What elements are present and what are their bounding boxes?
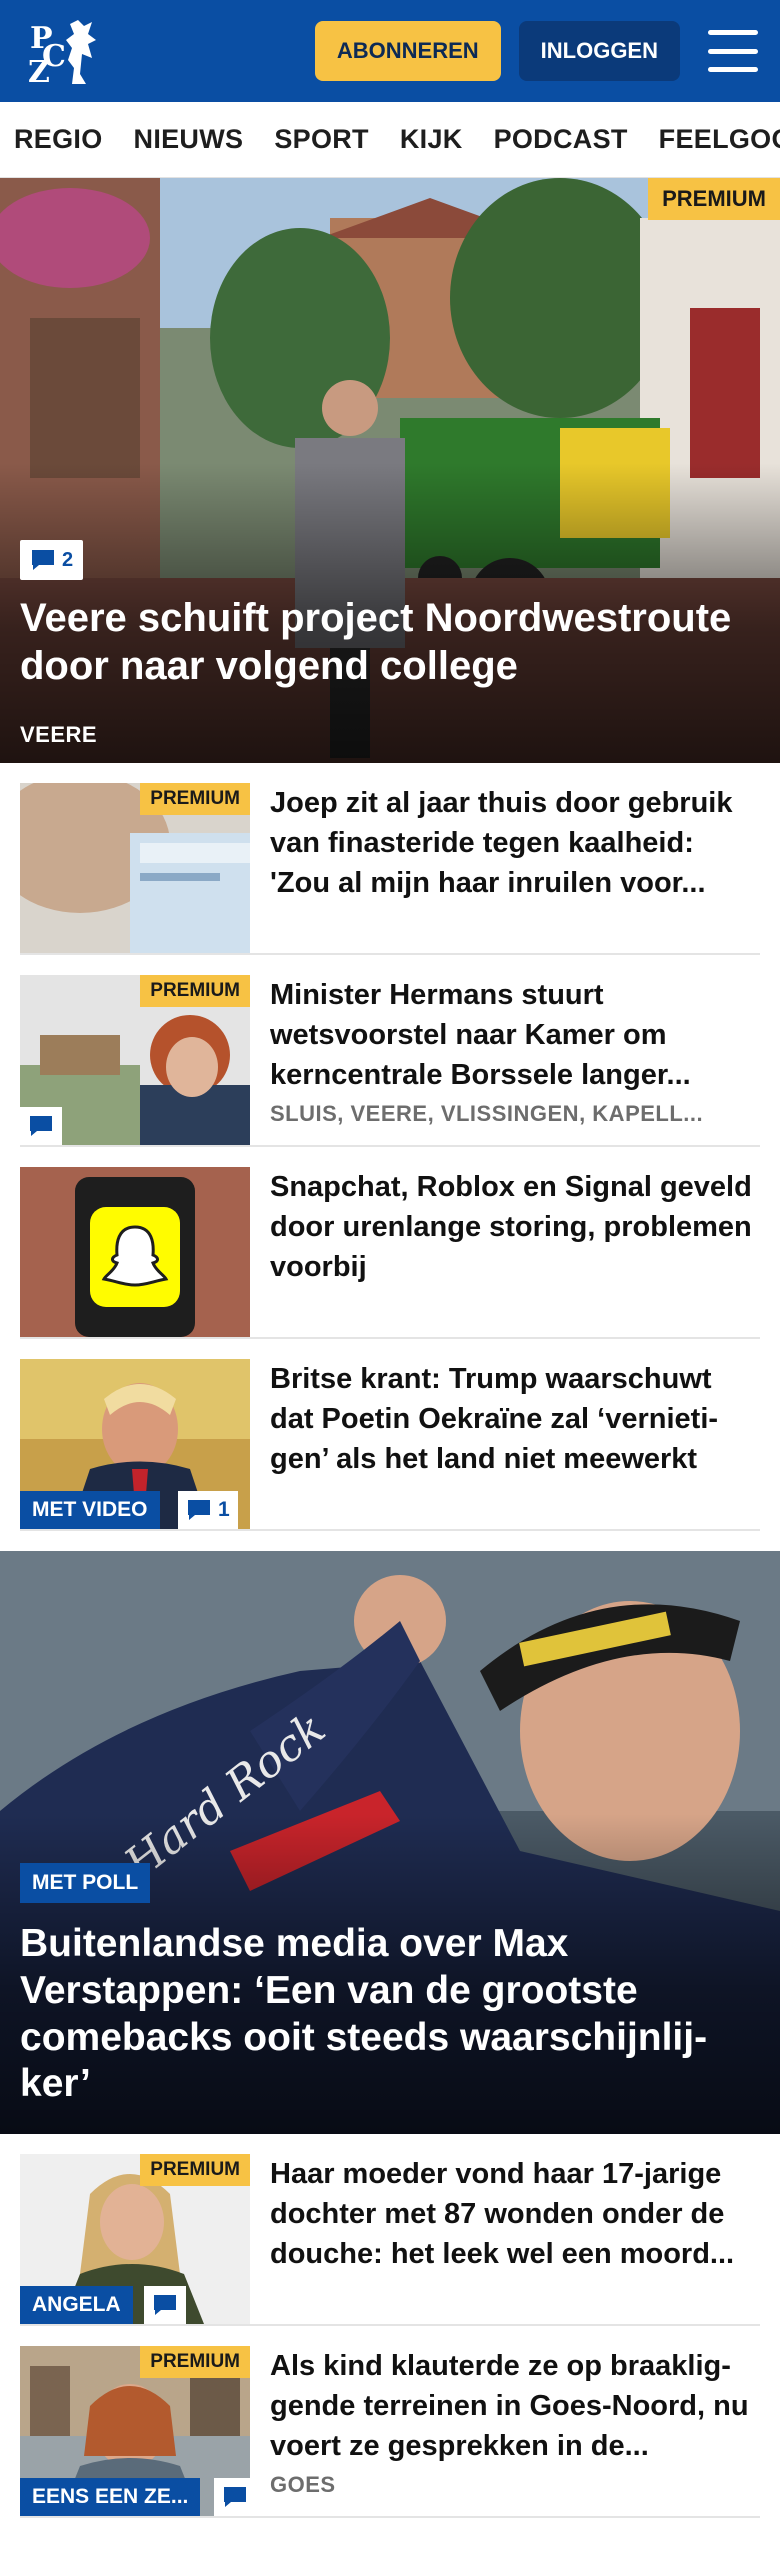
hero-title[interactable]: Veere schuift project Noordwestroute doo…: [20, 594, 760, 690]
feature-title[interactable]: Buitenlandse media over Max Verstappen: …: [20, 1921, 760, 2108]
hero-article[interactable]: PREMIUM 2 Veere schuift project Noordwes…: [0, 178, 780, 763]
nav-item-feelgood[interactable]: FEELGOOD: [659, 124, 780, 155]
login-button[interactable]: INLOGGEN: [518, 21, 680, 81]
article-locations: SLUIS, VEERE, VLISSINGEN, KAPELL...: [270, 1101, 704, 1127]
comment-icon: [32, 550, 54, 570]
premium-badge: PREMIUM: [140, 2346, 250, 2378]
article-title[interactable]: Snapchat, Roblox en Signal geveld door u…: [270, 1167, 760, 1287]
pzc-logo[interactable]: P Z C: [24, 12, 110, 90]
article-title[interactable]: Britse krant: Trump waarschuwt dat Poeti…: [270, 1359, 760, 1479]
comment-icon: [30, 1116, 52, 1136]
nav-item-regio[interactable]: REGIO: [14, 124, 103, 155]
comment-badge[interactable]: [144, 2286, 186, 2324]
comment-icon: [154, 2295, 176, 2315]
item-text: Als kind klauterde ze op braaklig-gende …: [250, 2346, 760, 2516]
comment-badge[interactable]: 1: [178, 1491, 238, 1529]
article-list: PREMIUM Joep zit al jaar thuis door gebr…: [0, 763, 780, 1531]
item-text: Joep zit al jaar thuis door gebruik van …: [250, 783, 760, 953]
menu-icon[interactable]: [708, 30, 758, 72]
video-tag: MET VIDEO: [20, 1491, 160, 1529]
list-item[interactable]: PREMIUM Minister Hermans stuurt wetsvoor…: [20, 955, 760, 1147]
nav-item-sport[interactable]: SPORT: [274, 124, 369, 155]
thumbnail-image: [20, 1167, 250, 1337]
svg-text:C: C: [42, 39, 66, 74]
list-item[interactable]: Snapchat, Roblox en Signal geveld door u…: [20, 1147, 760, 1339]
nav-item-nieuws[interactable]: NIEUWS: [134, 124, 244, 155]
list-item[interactable]: PREMIUM ANGELA Haar moeder vond haar 17-…: [20, 2134, 760, 2326]
article-list-2: PREMIUM ANGELA Haar moeder vond haar 17-…: [0, 2134, 780, 2518]
comment-badge[interactable]: [20, 1107, 62, 1145]
item-text: Haar moeder vond haar 17-jarige dochter …: [250, 2154, 760, 2324]
feature-article[interactable]: Hard Rock MET POLL Buitenlandse media ov…: [0, 1551, 780, 2134]
poll-tag: MET POLL: [20, 1863, 151, 1903]
list-item[interactable]: PREMIUM Joep zit al jaar thuis door gebr…: [20, 763, 760, 955]
article-title[interactable]: Als kind klauterde ze op braaklig-gende …: [270, 2346, 760, 2466]
article-thumbnail: PREMIUM: [20, 783, 250, 953]
nav-item-podcast[interactable]: PODCAST: [494, 124, 628, 155]
nav-item-kijk[interactable]: KIJK: [400, 124, 463, 155]
premium-badge: PREMIUM: [648, 178, 780, 220]
item-text: Britse krant: Trump waarschuwt dat Poeti…: [250, 1359, 760, 1529]
hero-location-tag: VEERE: [20, 722, 98, 747]
category-nav: REGIO NIEUWS SPORT KIJK PODCAST FEELGOOD: [0, 102, 780, 178]
article-title[interactable]: Joep zit al jaar thuis door gebruik van …: [270, 783, 760, 903]
item-text: Snapchat, Roblox en Signal geveld door u…: [250, 1167, 760, 1337]
series-tag: EENS EEN ZE...: [20, 2478, 201, 2516]
article-locations: GOES: [270, 2472, 336, 2498]
top-header: P Z C ABONNEREN INLOGGEN: [0, 0, 780, 102]
article-thumbnail: PREMIUM ANGELA: [20, 2154, 250, 2324]
article-title[interactable]: Haar moeder vond haar 17-jarige dochter …: [270, 2154, 760, 2274]
article-thumbnail: [20, 1167, 250, 1337]
article-title[interactable]: Minister Hermans stuurt wetsvoorstel naa…: [270, 975, 760, 1095]
comment-badge[interactable]: [214, 2478, 250, 2516]
list-item[interactable]: PREMIUM EENS EEN ZE... Als kind klauterd…: [20, 2326, 760, 2518]
premium-badge: PREMIUM: [140, 2154, 250, 2186]
article-thumbnail: PREMIUM EENS EEN ZE...: [20, 2346, 250, 2516]
premium-badge: PREMIUM: [140, 975, 250, 1007]
series-tag: ANGELA: [20, 2286, 133, 2324]
comment-count-badge[interactable]: 2: [20, 540, 84, 580]
article-thumbnail: MET VIDEO 1: [20, 1359, 250, 1529]
premium-badge: PREMIUM: [140, 783, 250, 815]
comment-icon: [224, 2487, 246, 2507]
list-item[interactable]: MET VIDEO 1 Britse krant: Trump waarschu…: [20, 1339, 760, 1531]
article-thumbnail: PREMIUM: [20, 975, 250, 1145]
comment-icon: [188, 1500, 210, 1520]
subscribe-button[interactable]: ABONNEREN: [314, 21, 501, 81]
comment-count: 2: [62, 548, 74, 571]
item-text: Minister Hermans stuurt wetsvoorstel naa…: [250, 975, 760, 1145]
comment-count: 1: [218, 1498, 230, 1521]
